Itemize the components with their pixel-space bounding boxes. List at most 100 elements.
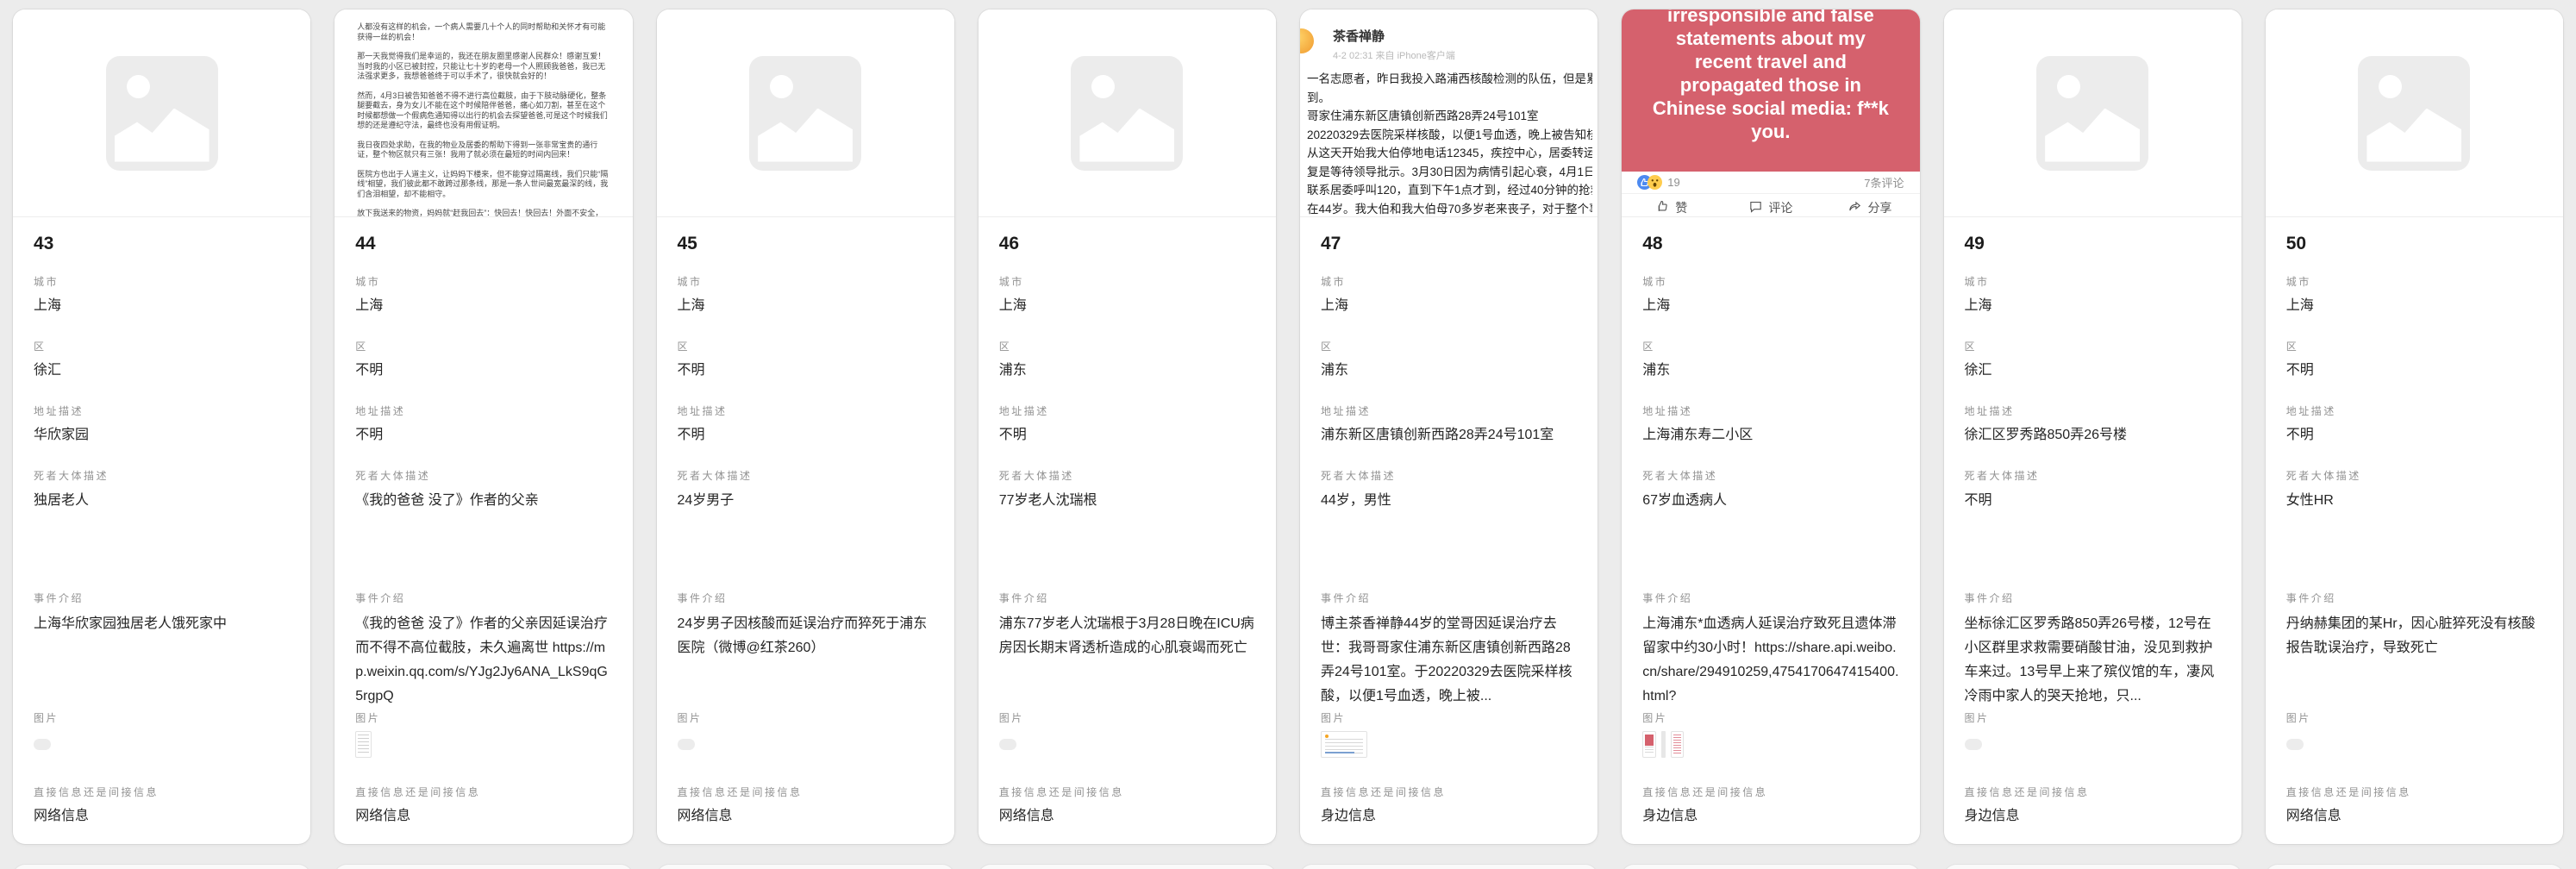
field-direct: 直接信息还是间接信息 网络信息 — [2286, 786, 2542, 827]
field-label-district: 区 — [2286, 341, 2542, 353]
field-value-address: 华欣家园 — [34, 425, 290, 446]
field-label-direct: 直接信息还是间接信息 — [1642, 786, 1898, 798]
next-row-card-top[interactable] — [657, 865, 954, 869]
field-label-image: 图片 — [1965, 712, 2221, 724]
field-deceased: 死者大体描述 67岁血透病人 — [1642, 470, 1898, 592]
attachment-thumbnails — [355, 731, 611, 762]
card-cover-empty — [2266, 9, 2563, 217]
thumbnail-detail — [1673, 735, 1681, 754]
photo-placeholder-icon — [749, 56, 861, 171]
record-card[interactable]: 43 城市 上海 区 徐汇 地址描述 华欣家园 死者大体描述 独居老人 事件介绍… — [13, 9, 310, 844]
field-value-city: 上海 — [2286, 296, 2542, 316]
field-direct: 直接信息还是间接信息 网络信息 — [355, 786, 611, 827]
field-label-district: 区 — [1642, 341, 1898, 353]
field-value-district: 浦东 — [1642, 360, 1898, 381]
field-event: 事件介绍 坐标徐汇区罗秀路850弄26号楼，12号在小区群里求救需要硝酸甘油，没… — [1965, 592, 2221, 712]
field-city: 城市 上海 — [2286, 276, 2542, 341]
field-deceased: 死者大体描述 《我的爸爸 没了》作者的父亲 — [355, 470, 611, 592]
record-card[interactable]: 50 城市 上海 区 不明 地址描述 不明 死者大体描述 女性HR 事件介绍 丹… — [2266, 9, 2563, 844]
field-value-event: 浦东77岁老人沈瑞根于3月28日晚在ICU病房因长期末肾透析造成的心肌衰竭而死亡 — [999, 612, 1255, 660]
field-event: 事件介绍 《我的爸爸 没了》作者的父亲因延误治疗而不得不高位截肢，未久遍离世 h… — [355, 592, 611, 712]
banner-text: irresponsible and false statements about… — [1648, 9, 1893, 143]
field-label-direct: 直接信息还是间接信息 — [1965, 786, 2221, 798]
field-value-deceased: 《我的爸爸 没了》作者的父亲 — [355, 490, 611, 512]
field-value-direct: 网络信息 — [678, 806, 934, 827]
next-row-card-top[interactable] — [1622, 865, 1919, 869]
field-district: 区 浦东 — [999, 341, 1255, 405]
photo-placeholder-icon — [106, 56, 218, 171]
record-card[interactable]: 茶香禅静4-2 02:31 来自 iPhone客户端一名志愿者，昨日我投入路浦西… — [1300, 9, 1597, 844]
field-value-district: 不明 — [355, 360, 611, 381]
record-card[interactable]: 46 城市 上海 区 浦东 地址描述 不明 死者大体描述 77岁老人沈瑞根 事件… — [979, 9, 1276, 844]
field-label-deceased: 死者大体描述 — [2286, 470, 2542, 482]
attachment-thumbnail-pill[interactable] — [1965, 739, 1982, 750]
record-card[interactable]: 49 城市 上海 区 徐汇 地址描述 徐汇区罗秀路850弄26号楼 死者大体描述… — [1944, 9, 2241, 844]
attachment-thumbnail-pill[interactable] — [34, 739, 51, 750]
reaction-count: 19 — [1667, 176, 1679, 189]
attachment-thumbnails — [678, 731, 934, 762]
comment-action-button[interactable]: 评论 — [1721, 194, 1820, 216]
field-label-event: 事件介绍 — [1642, 592, 1898, 604]
field-label-deceased: 死者大体描述 — [999, 470, 1255, 482]
next-row-card-top[interactable] — [13, 865, 310, 869]
thumbnail-detail — [358, 735, 369, 754]
field-direct: 直接信息还是间接信息 身边信息 — [1642, 786, 1898, 827]
next-row-card-top[interactable] — [1300, 865, 1597, 869]
card-body: 47 城市 上海 区 浦东 地址描述 浦东新区唐镇创新西路28弄24号101室 … — [1300, 217, 1597, 844]
field-address: 地址描述 不明 — [355, 405, 611, 470]
field-image: 图片 — [34, 712, 290, 786]
record-card[interactable]: 45 城市 上海 区 不明 地址描述 不明 死者大体描述 24岁男子 事件介绍 … — [657, 9, 954, 844]
field-value-deceased: 77岁老人沈瑞根 — [999, 490, 1255, 512]
gallery-view: 43 城市 上海 区 徐汇 地址描述 华欣家园 死者大体描述 独居老人 事件介绍… — [0, 0, 2576, 869]
next-row-card-top[interactable] — [2266, 865, 2563, 869]
photo-placeholder-icon — [2036, 56, 2148, 171]
field-label-direct: 直接信息还是间接信息 — [999, 786, 1255, 798]
field-label-deceased: 死者大体描述 — [1321, 470, 1577, 482]
card-body: 49 城市 上海 区 徐汇 地址描述 徐汇区罗秀路850弄26号楼 死者大体描述… — [1944, 217, 2241, 844]
next-row-card-top[interactable] — [335, 865, 632, 869]
field-direct: 直接信息还是间接信息 网络信息 — [999, 786, 1255, 827]
attachment-thumbnail-strip[interactable] — [1661, 731, 1666, 758]
card-row: 43 城市 上海 区 徐汇 地址描述 华欣家园 死者大体描述 独居老人 事件介绍… — [0, 9, 2576, 844]
share-action-button[interactable]: 分享 — [1820, 194, 1919, 216]
thumb-up-action-button[interactable]: 赞 — [1622, 194, 1721, 216]
record-card[interactable]: irresponsible and false statements about… — [1622, 9, 1919, 844]
field-city: 城市 上海 — [34, 276, 290, 341]
field-event: 事件介绍 上海华欣家园独居老人饿死家中 — [34, 592, 290, 712]
thumbnail-detail — [1325, 752, 1354, 753]
comments-count[interactable]: 7条评论 — [1864, 174, 1904, 191]
attachment-thumbnail-red-list[interactable] — [1671, 731, 1684, 758]
placeholder-circle — [2379, 75, 2402, 98]
field-label-image: 图片 — [355, 712, 611, 724]
attachment-thumbnail-pill[interactable] — [2286, 739, 2304, 750]
attachment-thumbnail-red-doc[interactable] — [1642, 731, 1656, 758]
placeholder-circle — [127, 75, 150, 98]
field-label-district: 区 — [1965, 341, 2221, 353]
field-deceased: 死者大体描述 77岁老人沈瑞根 — [999, 470, 1255, 592]
document-paragraph: 人都没有这样的机会，一个病人需要几十个人的同时帮助和关怀才有可能获得一丝的机会！ — [357, 22, 610, 42]
field-value-deceased: 女性HR — [2286, 490, 2542, 512]
field-value-address: 上海浦东寿二小区 — [1642, 425, 1898, 446]
field-city: 城市 上海 — [355, 276, 611, 341]
attachment-thumbnail-doc[interactable] — [355, 731, 372, 758]
field-value-district: 浦东 — [999, 360, 1255, 381]
record-card[interactable]: 人都没有这样的机会，一个病人需要几十个人的同时帮助和关怀才有可能获得一丝的机会！… — [335, 9, 632, 844]
next-row-card-top[interactable] — [979, 865, 1276, 869]
field-value-direct: 身边信息 — [1642, 806, 1898, 827]
field-label-deceased: 死者大体描述 — [1642, 470, 1898, 482]
card-cover-weibo-preview: 茶香禅静4-2 02:31 来自 iPhone客户端一名志愿者，昨日我投入路浦西… — [1300, 9, 1597, 217]
card-body: 43 城市 上海 区 徐汇 地址描述 华欣家园 死者大体描述 独居老人 事件介绍… — [13, 217, 310, 844]
field-label-image: 图片 — [2286, 712, 2542, 724]
placeholder-mountains — [115, 109, 209, 162]
attachment-thumbnail-pill[interactable] — [999, 739, 1016, 750]
banner-statement-text: irresponsible and false statements about… — [1622, 9, 1919, 172]
attachment-thumbnail-pill[interactable] — [678, 739, 695, 750]
card-cover-statement-banner: irresponsible and false statements about… — [1622, 9, 1919, 217]
field-value-event: 上海华欣家园独居老人饿死家中 — [34, 612, 290, 636]
field-label-address: 地址描述 — [678, 405, 934, 417]
field-event: 事件介绍 上海浦东*血透病人延误治疗致死且遗体滞留家中约30小时！https:/… — [1642, 592, 1898, 712]
next-row-card-top[interactable] — [1944, 865, 2241, 869]
attachment-thumbnail-shot[interactable] — [1321, 731, 1367, 758]
field-city: 城市 上海 — [1642, 276, 1898, 341]
field-direct: 直接信息还是间接信息 网络信息 — [678, 786, 934, 827]
